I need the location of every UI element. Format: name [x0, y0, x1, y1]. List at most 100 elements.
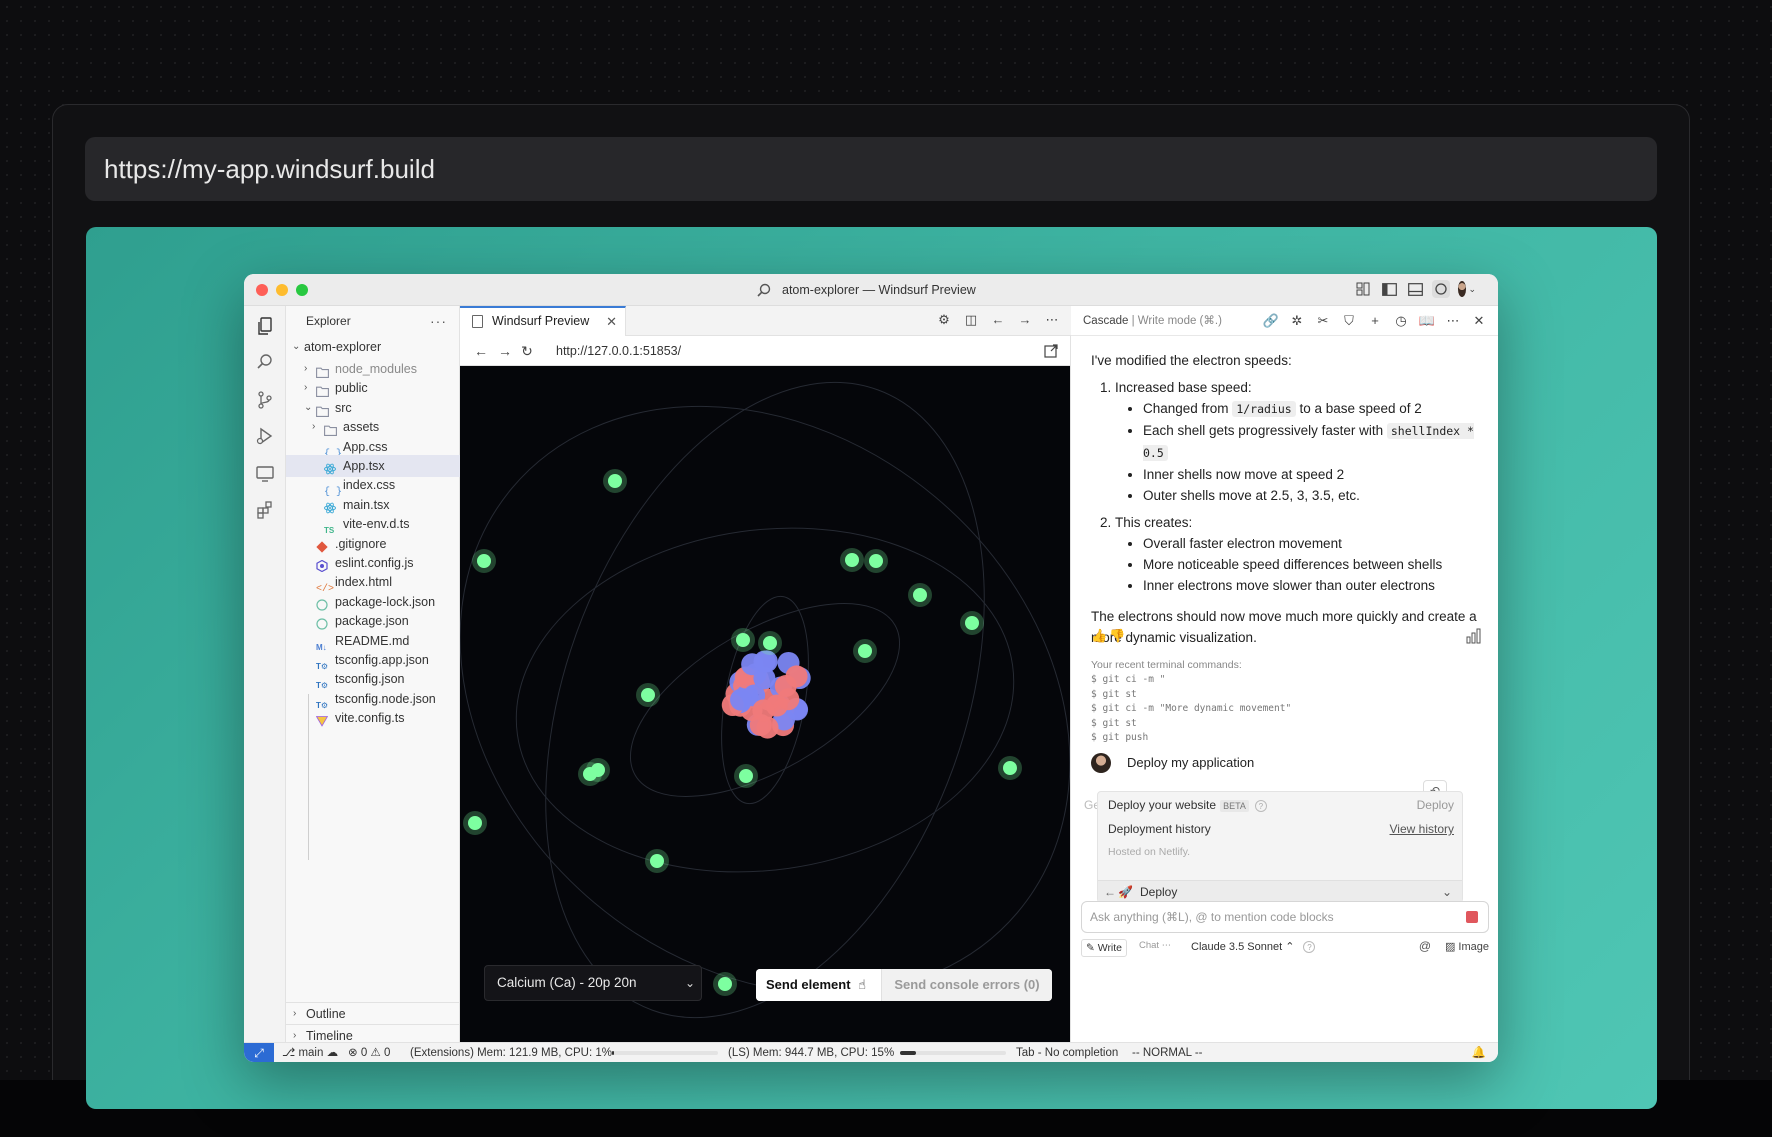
- remote-indicator-icon[interactable]: ⤢: [244, 1043, 274, 1062]
- settings-icon[interactable]: ⚙: [935, 311, 953, 329]
- folder-icon: [316, 402, 329, 417]
- mention-icon[interactable]: @: [1419, 939, 1431, 953]
- model-selector[interactable]: Claude 3.5 Sonnet ⌃ ?: [1191, 940, 1316, 953]
- view-history-link[interactable]: View history: [1390, 822, 1454, 836]
- preview-url[interactable]: http://127.0.0.1:51853/: [556, 336, 681, 366]
- close-icon[interactable]: ✕: [1470, 312, 1488, 330]
- electron: [477, 554, 491, 568]
- input-toolbar: ✎ Write Chat ⋯ Claude 3.5 Sonnet ⌃ ? @ ▨…: [1081, 939, 1489, 959]
- tools-icon[interactable]: ✂: [1314, 312, 1332, 330]
- indent-guide: [308, 694, 309, 860]
- cascade-actions: 🔗 ✲ ✂ ⛉ + ◷ 📖 ⋯ ✕: [1262, 312, 1488, 330]
- search-icon[interactable]: [756, 282, 772, 298]
- chevron-right-icon: ›: [293, 1008, 297, 1019]
- search-icon[interactable]: [255, 352, 275, 372]
- thumbs-up-icon[interactable]: 👍: [1091, 628, 1107, 644]
- plus-icon[interactable]: +: [1366, 312, 1384, 330]
- electron: [1003, 761, 1017, 775]
- npm-icon: [316, 596, 329, 611]
- chat-mode-button[interactable]: Chat ⋯: [1139, 940, 1171, 951]
- window-title: atom-explorer — Windsurf Preview: [782, 283, 976, 297]
- thumbs-down-icon[interactable]: 👎: [1109, 628, 1125, 644]
- bell-icon[interactable]: 🔔: [1472, 1043, 1486, 1062]
- more-icon[interactable]: ⋯: [1043, 311, 1061, 329]
- eslint-icon: [316, 557, 329, 573]
- back-icon[interactable]: ←: [472, 342, 490, 360]
- reload-icon[interactable]: ↻: [518, 342, 536, 360]
- ls-meter-fill: [900, 1051, 916, 1055]
- list-item: Inner electrons move slower than outer e…: [1143, 575, 1481, 596]
- run-debug-icon[interactable]: [255, 426, 275, 446]
- extensions-meter: [612, 1051, 718, 1055]
- split-editor-icon[interactable]: ◫: [962, 311, 980, 329]
- open-external-icon[interactable]: [1043, 343, 1059, 359]
- help-icon[interactable]: ?: [1303, 941, 1316, 953]
- help-icon[interactable]: ?: [1254, 800, 1267, 812]
- section-1-title: Increased base speed:: [1115, 380, 1252, 395]
- list-item: Each shell gets progressively faster wit…: [1143, 420, 1481, 464]
- completion-status[interactable]: Tab - No completion: [1016, 1043, 1118, 1062]
- deploy-title: Deploy your website: [1108, 798, 1217, 812]
- vite-icon: [315, 712, 329, 727]
- bullet-text: Each shell gets progressively faster wit…: [1143, 423, 1387, 438]
- cascade-title-label: Cascade: [1083, 315, 1129, 327]
- source-control-icon[interactable]: [255, 390, 275, 410]
- image-button[interactable]: ▨ Image: [1445, 940, 1489, 953]
- terminal-line: $ git ci -m ": [1091, 674, 1166, 685]
- send-element-button[interactable]: Send element ☝: [756, 969, 882, 1001]
- stats-icon[interactable]: [1465, 628, 1481, 644]
- remote-explorer-icon[interactable]: [255, 464, 275, 484]
- extensions-icon[interactable]: [255, 500, 275, 520]
- book-icon[interactable]: 📖: [1418, 312, 1436, 330]
- stop-button[interactable]: [1466, 911, 1478, 923]
- user-message-text: Deploy my application: [1127, 755, 1255, 770]
- windsurf-icon[interactable]: [1432, 280, 1450, 298]
- ts-icon: TS: [324, 526, 335, 536]
- history-icon[interactable]: ◷: [1392, 312, 1410, 330]
- toggle-panel-icon[interactable]: [1406, 280, 1424, 298]
- atom-visualization[interactable]: Calcium (Ca) - 20p 20n ⌄ Send element ☝ …: [460, 366, 1070, 1042]
- arrow-left-icon[interactable]: ←: [989, 311, 1007, 329]
- section-2-title: This creates:: [1115, 515, 1193, 530]
- neutron: [730, 688, 753, 711]
- layout-customize-icon[interactable]: [1354, 280, 1372, 298]
- terminal-line: $ git ci -m "More dynamic movement": [1091, 703, 1292, 714]
- list-item: Inner shells now move at speed 2: [1143, 464, 1481, 485]
- editor-area: Windsurf Preview ✕ ⚙ ◫ ← → ⋯ ← → ↻ http:…: [460, 306, 1071, 1042]
- close-icon[interactable]: ✕: [606, 308, 617, 335]
- avatar: [1091, 753, 1111, 773]
- close-window-button[interactable]: [256, 284, 268, 296]
- layout-controls: ⌄: [1354, 280, 1476, 298]
- more-icon[interactable]: ⋯: [1444, 312, 1462, 330]
- forward-icon[interactable]: →: [496, 342, 514, 360]
- tab-bar: Windsurf Preview ✕ ⚙ ◫ ← → ⋯: [460, 306, 1071, 336]
- more-actions-icon[interactable]: ···: [430, 306, 447, 336]
- tree-item-vite-config-ts[interactable]: vite.config.ts: [286, 707, 460, 729]
- arrow-right-icon[interactable]: →: [1016, 311, 1034, 329]
- account-icon[interactable]: ⌄: [1458, 280, 1476, 298]
- link-icon[interactable]: 🔗: [1262, 312, 1280, 330]
- terminal-line: $ git st: [1091, 688, 1137, 700]
- chevron-down-icon[interactable]: ⌄: [1442, 881, 1452, 903]
- bug-icon[interactable]: ✲: [1288, 312, 1306, 330]
- element-select[interactable]: Calcium (Ca) - 20p 20n ⌄: [484, 965, 702, 1001]
- chat-input[interactable]: Ask anything (⌘L), @ to mention code blo…: [1081, 901, 1489, 933]
- site-url-bar[interactable]: https://my-app.windsurf.build: [85, 137, 1657, 201]
- problems-indicator[interactable]: ⊗ 0 ⚠ 0: [348, 1043, 390, 1062]
- branch-indicator[interactable]: ⎇ main ☁: [282, 1043, 338, 1062]
- outline-label: Outline: [306, 1007, 346, 1021]
- tab-windsurf-preview[interactable]: Windsurf Preview ✕: [460, 306, 626, 336]
- write-mode-button[interactable]: ✎ Write: [1081, 939, 1128, 957]
- shield-icon[interactable]: ⛉: [1340, 312, 1358, 330]
- outline-section[interactable]: › Outline: [286, 1002, 460, 1024]
- toggle-sidebar-icon[interactable]: [1380, 280, 1398, 298]
- project-root[interactable]: ⌄ atom-explorer: [286, 336, 460, 358]
- arrow-left-icon[interactable]: ←: [1104, 881, 1116, 903]
- explorer-icon[interactable]: [255, 316, 275, 336]
- write-mode-label: Write: [1097, 942, 1123, 954]
- minimize-window-button[interactable]: [276, 284, 288, 296]
- send-console-errors-button[interactable]: Send console errors (0): [882, 969, 1052, 1001]
- deploy-action-row[interactable]: ← 🚀 Deploy ⌄: [1098, 880, 1462, 902]
- zoom-window-button[interactable]: [296, 284, 308, 296]
- deploy-button[interactable]: Deploy: [1417, 798, 1454, 812]
